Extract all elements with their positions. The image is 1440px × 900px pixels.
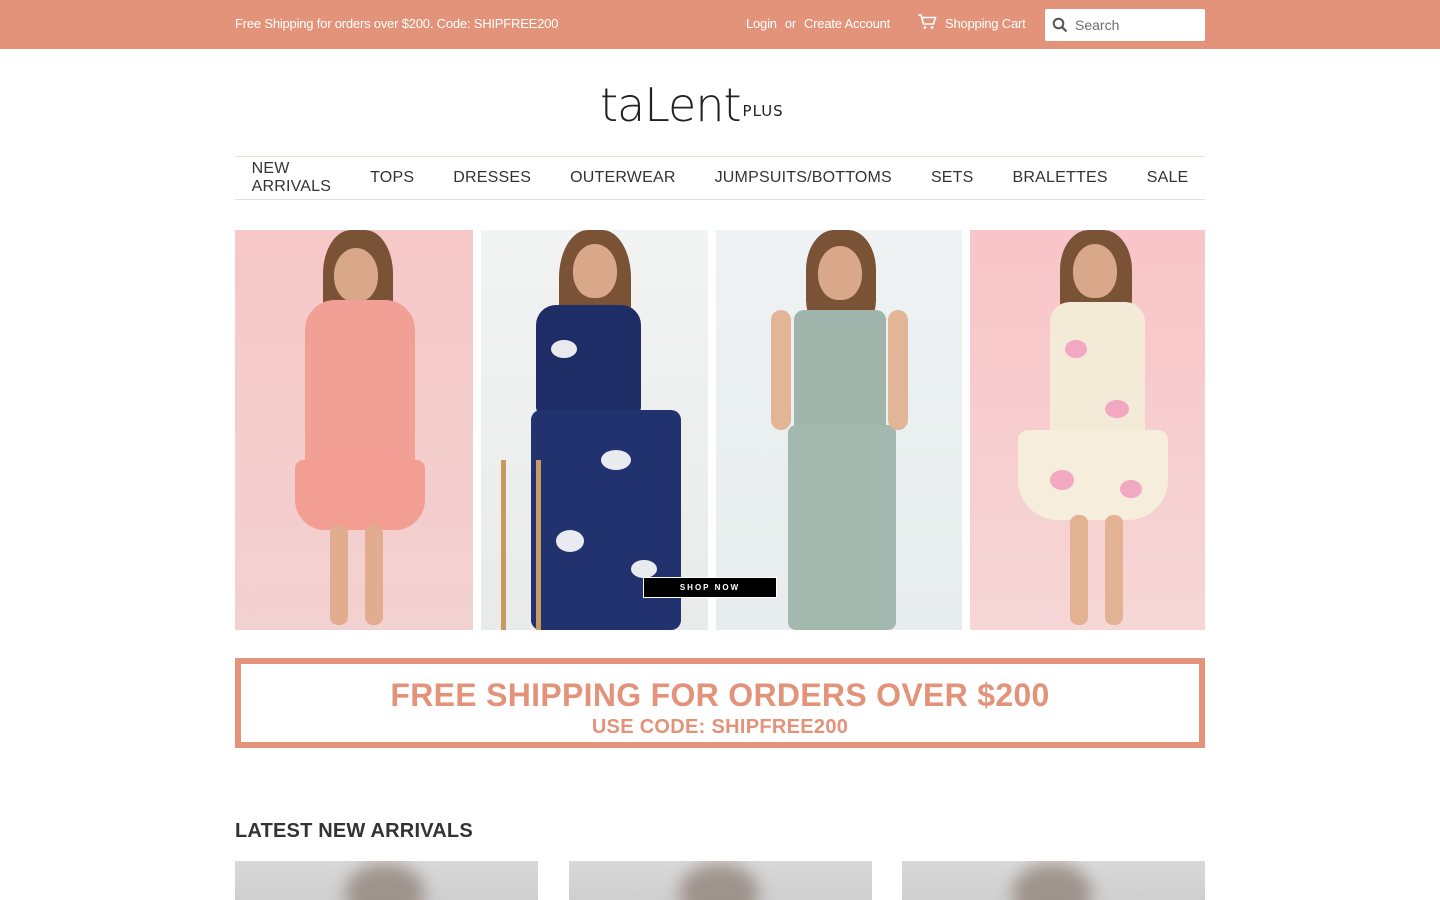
hero-image-floral-dress <box>970 230 1205 630</box>
hero-image-floral-jumpsuit <box>481 230 708 630</box>
hero-image-pink-dress <box>235 230 473 630</box>
announcement-bar: Free Shipping for orders over $200. Code… <box>0 0 1440 49</box>
product-card[interactable] <box>568 861 872 900</box>
cart-icon <box>917 14 937 33</box>
nav-item-bralettes[interactable]: BRALETTES <box>993 169 1127 187</box>
main-nav: NEW ARRIVALS TOPS DRESSES OUTERWEAR JUMP… <box>235 156 1205 200</box>
free-shipping-banner[interactable]: FREE SHIPPING FOR ORDERS OVER $200 USE C… <box>235 658 1205 748</box>
logo-wordmark: taLent <box>600 78 742 132</box>
nav-item-sale[interactable]: SALE <box>1127 169 1208 187</box>
shop-now-button[interactable]: SHOP NOW <box>643 577 777 598</box>
product-grid <box>235 861 1205 900</box>
product-card[interactable] <box>235 861 538 900</box>
product-card[interactable] <box>902 861 1205 900</box>
nav-item-new-arrivals[interactable]: NEW ARRIVALS <box>232 160 351 196</box>
promo-text: Free Shipping for orders over $200. Code… <box>235 16 559 31</box>
search-box <box>1045 9 1205 41</box>
search-input[interactable] <box>1075 17 1199 33</box>
section-title: LATEST NEW ARRIVALS <box>235 820 473 842</box>
banner-code: USE CODE: SHIPFREE200 <box>591 716 849 738</box>
nav-item-tops[interactable]: TOPS <box>351 169 434 187</box>
cart-label: Shopping Cart <box>945 16 1026 31</box>
logo-sub: PLUS <box>742 102 784 120</box>
hero-banner[interactable]: SHOP NOW <box>235 230 1205 630</box>
account-links: Login or Create Account <box>746 16 890 31</box>
login-link[interactable]: Login <box>746 16 777 31</box>
banner-headline: FREE SHIPPING FOR ORDERS OVER $200 <box>390 677 1050 713</box>
nav-item-sets[interactable]: SETS <box>911 169 993 187</box>
hero-image-sage-jumpsuit <box>716 230 962 630</box>
nav-item-jumpsuits-bottoms[interactable]: JUMPSUITS/BOTTOMS <box>695 169 911 187</box>
search-icon[interactable] <box>1045 9 1075 41</box>
site-logo[interactable]: taLent PLUS <box>600 76 840 128</box>
or-text: or <box>784 16 796 31</box>
shopping-cart-link[interactable]: Shopping Cart <box>917 14 1026 33</box>
nav-item-dresses[interactable]: DRESSES <box>434 169 551 187</box>
create-account-link[interactable]: Create Account <box>804 16 890 31</box>
nav-item-outerwear[interactable]: OUTERWEAR <box>551 169 696 187</box>
